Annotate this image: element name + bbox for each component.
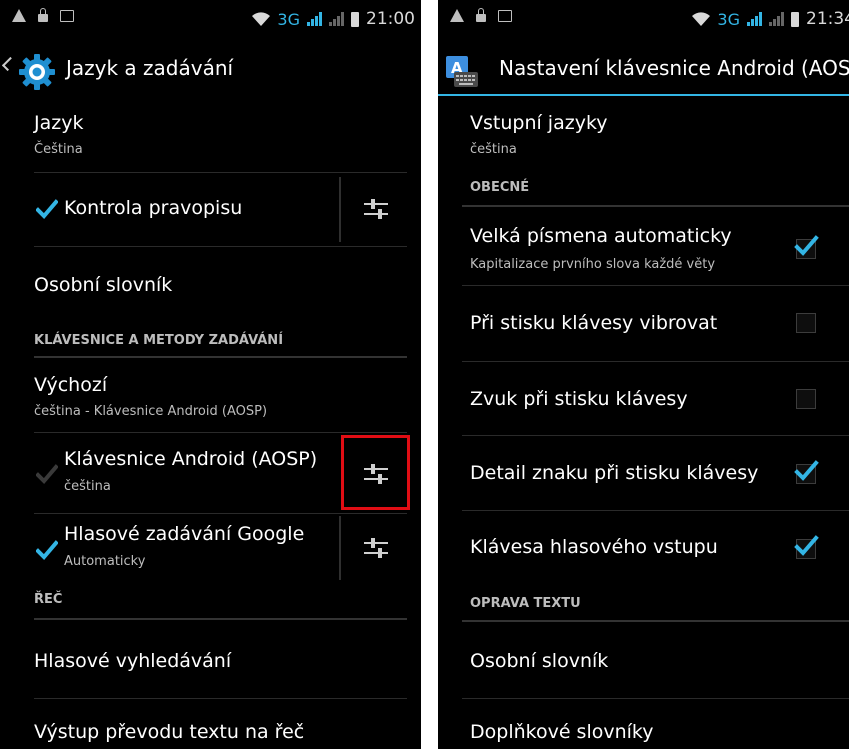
key-sound-row[interactable]: Zvuk při stisku klávesy (438, 362, 849, 435)
input-languages-summary: čeština (470, 142, 517, 157)
language-title: Jazyk (34, 112, 84, 134)
spellcheck-row[interactable]: Kontrola pravopisu (0, 173, 421, 246)
warning-icon (450, 9, 464, 22)
section-header-general: OBECNÉ (470, 180, 530, 195)
wifi-icon (692, 12, 711, 26)
tts-output-title: Výstup převodu textu na řeč (34, 721, 305, 743)
vibrate-title: Při stisku klávesy vibrovat (470, 312, 718, 334)
signal-bars-icon (307, 12, 322, 26)
battery-icon (791, 11, 799, 27)
status-time: 21:34 (806, 9, 849, 29)
default-keyboard-title: Výchozí (34, 374, 108, 396)
back-chevron-icon[interactable] (1, 56, 17, 72)
google-voice-typing-title: Hlasové zadávání Google (64, 523, 305, 545)
addon-dictionaries-row[interactable]: Doplňkové slovníky (438, 699, 849, 749)
language-summary: Čeština (34, 142, 83, 157)
right-personal-dictionary-row[interactable]: Osobní slovník (438, 622, 849, 698)
vertical-separator (339, 177, 341, 242)
signal-bars-icon (747, 12, 762, 26)
auto-caps-title: Velká písmena automaticky (470, 225, 732, 247)
signal-bars-secondary-icon (329, 12, 344, 26)
status-bar: 3G 21:00 (0, 0, 421, 38)
default-keyboard-row[interactable]: Výchozí čeština - Klávesnice Android (AO… (0, 358, 421, 432)
battery-icon (351, 11, 359, 27)
auto-caps-summary: Kapitalizace prvního slova každé věty (470, 257, 716, 272)
voice-key-check-icon (794, 535, 819, 556)
key-popup-row[interactable]: Detail znaku při stisku klávesy (438, 436, 849, 510)
spellcheck-title: Kontrola pravopisu (64, 197, 243, 219)
language-row[interactable]: Jazyk Čeština (0, 100, 421, 172)
voice-key-row[interactable]: Klávesa hlasového vstupu (438, 511, 849, 585)
signal-bars-secondary-icon (769, 12, 784, 26)
lock-icon (476, 8, 486, 22)
google-voice-typing-summary: Automaticky (64, 554, 146, 569)
page-title: Jazyk a zadávání (66, 56, 234, 80)
lock-icon (38, 8, 48, 22)
google-voice-typing-row[interactable]: Hlasové zadávání Google Automaticky (0, 514, 421, 586)
aosp-keyboard-summary: čeština (64, 479, 111, 494)
google-voice-typing-settings-sliders-icon[interactable] (363, 535, 389, 561)
right-personal-dictionary-title: Osobní slovník (470, 650, 609, 672)
default-keyboard-summary: čeština - Klávesnice Android (AOSP) (34, 404, 268, 419)
action-bar: Jazyk a zadávání (0, 38, 421, 100)
key-sound-checkbox[interactable] (796, 389, 816, 409)
language-input-settings-screen: 3G 21:00 Jazyk a zadávání Jazyk Čeština … (0, 0, 421, 749)
settings-gear-icon[interactable] (18, 53, 56, 91)
network-type-label: 3G (277, 9, 300, 29)
vibrate-checkbox[interactable] (796, 313, 816, 333)
personal-dictionary-title: Osobní slovník (34, 274, 173, 296)
key-popup-title: Detail znaku při stisku klávesy (470, 462, 759, 484)
input-languages-title: Vstupní jazyky (470, 112, 608, 134)
spellcheck-settings-sliders-icon[interactable] (363, 196, 389, 222)
input-languages-row[interactable]: Vstupní jazyky čeština (438, 96, 849, 172)
section-header-speech: ŘEČ (34, 592, 63, 607)
action-bar: A Nastavení klávesnice Android (AOSP) (438, 38, 849, 96)
network-type-label: 3G (717, 9, 740, 29)
vertical-separator (339, 516, 341, 580)
wifi-icon (252, 12, 271, 26)
voice-search-row[interactable]: Hlasové vyhledávání (0, 620, 421, 698)
aosp-keyboard-settings-screen: 3G 21:34 A Nastavení klávesnice Android … (438, 0, 849, 749)
personal-dictionary-row[interactable]: Osobní slovník (0, 247, 421, 323)
key-sound-title: Zvuk při stisku klávesy (470, 388, 688, 410)
auto-caps-row[interactable]: Velká písmena automaticky Kapitalizace p… (438, 207, 849, 285)
spellcheck-checkbox-icon[interactable] (36, 199, 58, 219)
vibrate-row[interactable]: Při stisku klávesy vibrovat (438, 286, 849, 361)
voice-key-title: Klávesa hlasového vstupu (470, 536, 718, 558)
section-header-text-correction: OPRAVA TEXTU (470, 596, 581, 611)
highlight-annotation-box (341, 435, 410, 510)
addon-dictionaries-title: Doplňkové slovníky (470, 721, 654, 743)
auto-caps-check-icon (794, 235, 819, 256)
tts-output-row[interactable]: Výstup převodu textu na řeč (0, 699, 421, 749)
status-bar: 3G 21:34 (438, 0, 849, 38)
aosp-keyboard-title: Klávesnice Android (AOSP) (64, 448, 318, 470)
image-notification-icon (498, 9, 512, 22)
keyboard-icon[interactable]: A (444, 54, 480, 90)
voice-search-title: Hlasové vyhledávání (34, 650, 232, 672)
warning-icon (12, 9, 26, 22)
key-popup-check-icon (794, 460, 819, 481)
image-notification-icon (60, 9, 74, 22)
aosp-keyboard-checkbox-icon[interactable] (36, 464, 58, 484)
section-header-keyboards: KLÁVESNICE A METODY ZADÁVÁNÍ (34, 333, 284, 348)
google-voice-typing-checkbox-icon[interactable] (36, 540, 58, 560)
page-title: Nastavení klávesnice Android (AOSP) (499, 56, 849, 80)
status-time: 21:00 (366, 9, 415, 29)
